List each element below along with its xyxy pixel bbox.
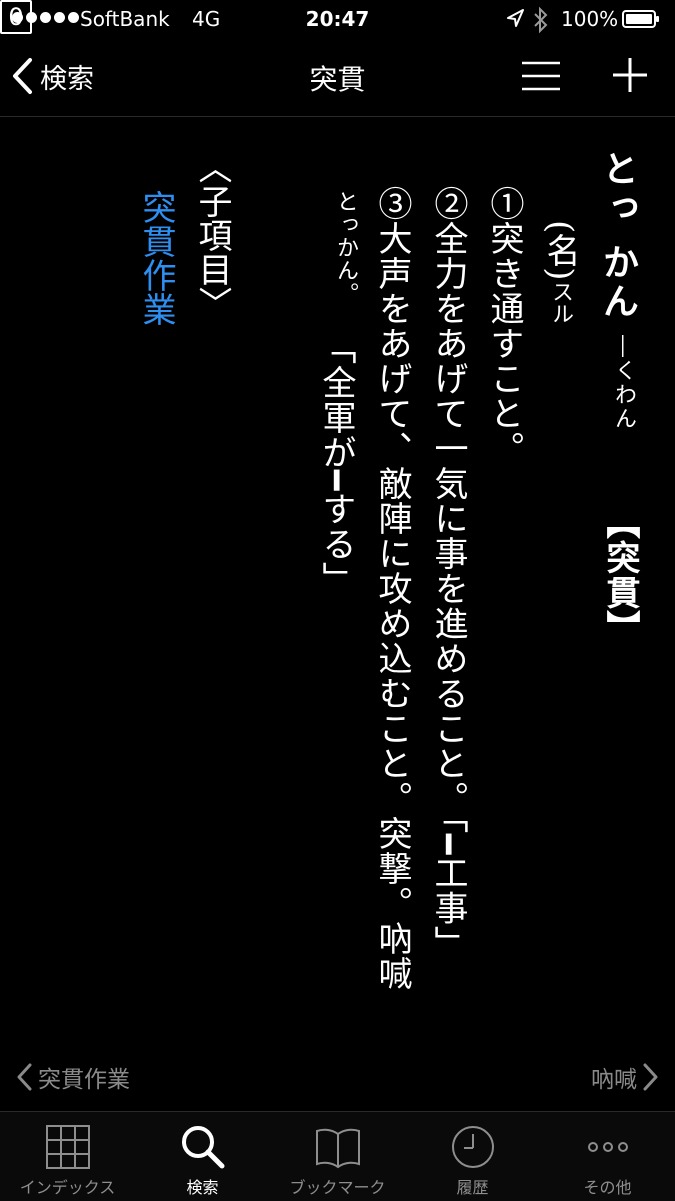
part-of-speech-label: (名) [540,220,580,281]
chevron-right-icon [643,1063,658,1091]
tab-bookmark-label: ブックマーク [289,1178,386,1197]
clock-icon [451,1126,494,1168]
battery-icon [622,10,659,28]
location-icon [507,9,524,27]
search-icon [181,1126,224,1169]
bluetooth-icon [534,6,548,34]
chevron-left-icon [17,1063,32,1091]
tab-search[interactable]: 検索 [135,1112,270,1201]
part-of-speech: (名)スル [536,220,585,325]
chevron-left-icon [13,58,32,94]
tab-history-label: 履歴 [456,1178,489,1197]
definition-3-reading: とっかん。 [333,190,358,305]
tab-index-label: インデックス [19,1178,116,1197]
sub-entries-header: 〈子項目〉 [192,150,232,320]
status-bar: SoftBank 4G 20:47 100% [0,0,675,40]
back-button[interactable]: 検索 [10,55,94,97]
tab-history[interactable]: 履歴 [405,1112,540,1201]
battery-percentage: 100% [561,7,619,31]
definition-1: ①突き通すこと。 [484,186,524,466]
suru-label: スル [548,280,573,325]
next-entry-label: 吶喊 [591,1067,637,1093]
definition-2: ②全力をあげて一気に事を進めること。「━工事」 [428,186,468,961]
book-icon [315,1128,360,1169]
next-entry-button[interactable]: 吶喊 [591,1060,659,1094]
entry-reading: ―くわん [611,335,636,431]
menu-icon[interactable] [520,58,562,94]
tab-more[interactable]: その他 [540,1112,675,1201]
tab-search-label: 検索 [186,1178,219,1197]
back-button-label: 検索 [40,63,94,95]
tab-index[interactable]: インデックス [0,1112,135,1201]
previous-entry-label: 突貫作業 [38,1067,130,1093]
add-icon[interactable] [610,55,650,95]
previous-entry-button[interactable]: 突貫作業 [16,1060,130,1094]
more-icon [587,1142,628,1152]
entry-kanji: 【突貫】 [600,505,640,645]
tab-more-label: その他 [583,1178,632,1197]
entry-headword: とっ かん [597,150,638,322]
tab-bar: インデックス 検索 ブックマーク 履歴 その他 [0,1111,675,1201]
sub-entry-link[interactable]: 突貫作業 [132,190,181,326]
navigation-bar: 検索 突貫 [0,40,675,117]
tab-bookmark[interactable]: ブックマーク [270,1112,405,1201]
grid-icon [45,1125,90,1169]
page-title: 突貫 [309,63,366,96]
definition-3-example: 「全軍が━する」 [316,330,356,597]
definition-3: ③大声をあげて、敵陣に攻め込むこと。突撃。吶喊 [372,186,412,991]
